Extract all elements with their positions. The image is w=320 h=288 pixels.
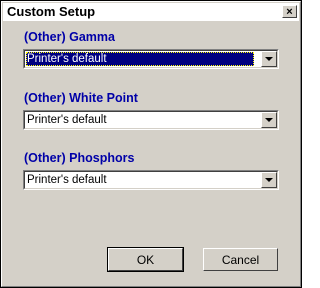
chevron-down-icon[interactable] [261, 112, 277, 128]
chevron-down-icon[interactable] [261, 172, 277, 188]
gamma-dropdown[interactable]: Printer's default [23, 49, 279, 69]
white-point-dropdown-value: Printer's default [27, 114, 107, 126]
phosphors-dropdown[interactable]: Printer's default [23, 170, 279, 190]
close-icon: × [286, 5, 293, 18]
gamma-dropdown-value: Printer's default [26, 52, 254, 66]
phosphors-dropdown-value: Printer's default [27, 174, 107, 186]
gamma-label: (Other) Gamma [24, 30, 115, 44]
cancel-button[interactable]: Cancel [203, 248, 278, 271]
dialog-title: Custom Setup [7, 4, 96, 19]
white-point-label: (Other) White Point [24, 91, 138, 105]
phosphors-label: (Other) Phosphors [24, 151, 135, 165]
chevron-down-icon[interactable] [261, 51, 277, 67]
white-point-dropdown[interactable]: Printer's default [23, 110, 279, 130]
title-bar[interactable]: Custom Setup × [3, 3, 299, 21]
custom-setup-dialog: Custom Setup × (Other) Gamma Printer's d… [0, 0, 302, 288]
close-button[interactable]: × [282, 5, 297, 18]
ok-button[interactable]: OK [107, 247, 184, 272]
